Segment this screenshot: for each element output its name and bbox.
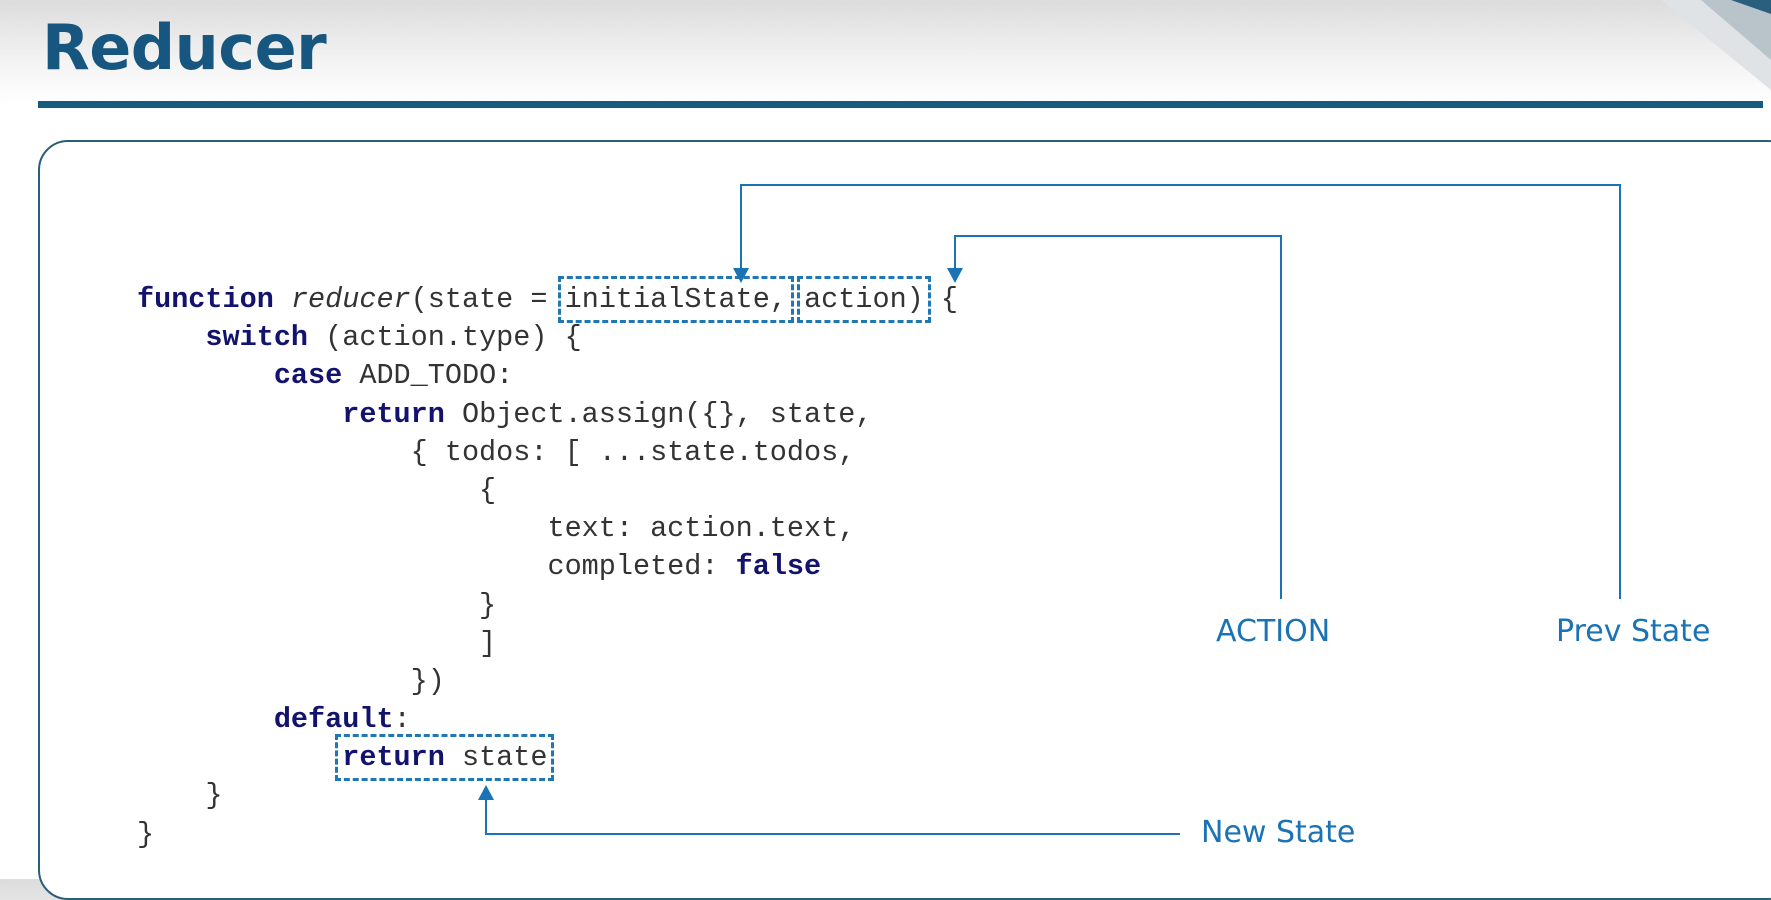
code-text: Object.assign({}, state, xyxy=(444,397,873,431)
code-text: } xyxy=(137,779,223,813)
code-keyword: switch xyxy=(205,321,309,355)
code-line: return Object.assign({}, state, xyxy=(137,396,958,434)
code-text: completed: xyxy=(137,550,736,584)
code-line: } xyxy=(137,587,958,625)
code-line: { xyxy=(137,472,958,510)
code-text: } xyxy=(137,817,155,851)
prev-state-label: Prev State xyxy=(1556,614,1711,649)
code-text: } xyxy=(137,588,497,622)
code-text: ] xyxy=(137,626,497,660)
return-state-statement: return state xyxy=(335,734,555,782)
code-line: { todos: [ ...state.todos, xyxy=(137,434,958,472)
code-line: completed: false xyxy=(137,548,958,586)
code-text: { todos: [ ...state.todos, xyxy=(137,435,856,469)
action-param: action) xyxy=(797,276,931,323)
code-text: { xyxy=(923,283,959,316)
code-line: }) xyxy=(137,663,958,701)
title-divider xyxy=(38,101,1763,108)
code-line: return state xyxy=(137,734,958,782)
code-keyword: case xyxy=(273,359,343,393)
reducer-code-block: function reducer(state = initialState, a… xyxy=(137,276,959,854)
code-text: text: action.text, xyxy=(137,512,856,546)
code-text: state xyxy=(444,741,548,775)
code-keyword: default xyxy=(273,703,394,737)
code-text: }) xyxy=(137,664,445,698)
code-line: switch (action.type) { xyxy=(137,319,958,357)
code-keyword: function xyxy=(137,283,274,316)
code-keyword: return xyxy=(342,741,445,775)
code-line: } xyxy=(137,816,958,854)
code-line: ] xyxy=(137,625,958,663)
code-line: default: xyxy=(137,701,958,739)
code-line: text: action.text, xyxy=(137,510,958,548)
code-text: : xyxy=(393,703,411,737)
code-keyword: false xyxy=(735,550,822,584)
code-line: } xyxy=(137,777,958,815)
code-line: case ADD_TODO: xyxy=(137,357,958,395)
code-text: (state = xyxy=(410,283,565,316)
slide-title: Reducer xyxy=(42,11,327,84)
action-label: ACTION xyxy=(1216,614,1331,649)
code-keyword: return xyxy=(342,397,445,431)
code-function-name: reducer xyxy=(290,283,411,316)
new-state-label: New State xyxy=(1201,815,1356,850)
code-text: { xyxy=(137,473,497,507)
code-text: ADD_TODO: xyxy=(342,359,514,393)
initial-state-param: initialState, xyxy=(557,276,794,323)
corner-decoration xyxy=(1661,0,1771,90)
code-text: (action.type) { xyxy=(308,321,582,355)
code-line: function reducer(state = initialState, a… xyxy=(137,276,959,323)
